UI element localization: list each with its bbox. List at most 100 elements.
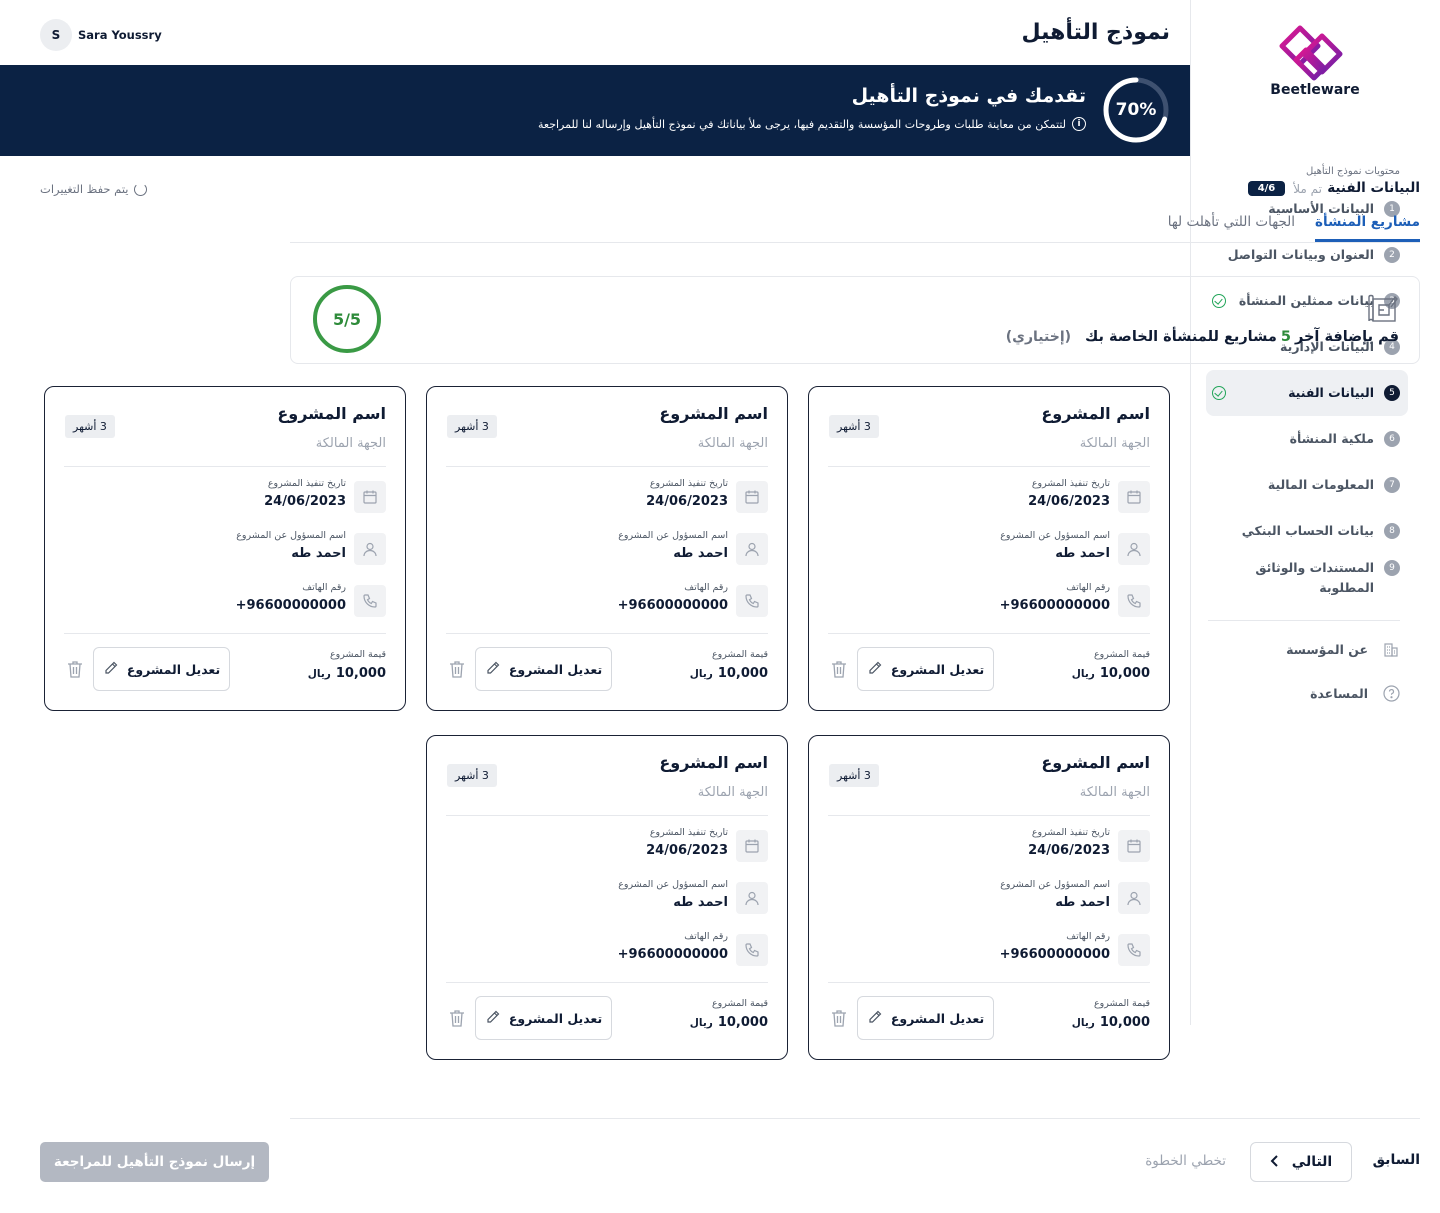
user-icon [736, 533, 768, 565]
tab-qualified-entities[interactable]: الجهات اللتي تأهلت لها [1168, 214, 1295, 242]
next-button[interactable]: التالي [1250, 1142, 1352, 1182]
page-title: نموذج التأهيل [1021, 20, 1170, 45]
date-label: تاريخ تنفيذ المشروع [1031, 827, 1110, 838]
manager-label: اسم المسؤول عن المشروع [1000, 879, 1110, 890]
sidebar-item-label: البيانات الفنية [1288, 385, 1374, 400]
edit-project-button[interactable]: تعديل المشروع [475, 647, 612, 691]
edit-label: تعديل المشروع [508, 1010, 603, 1026]
add-prefix: قم بإضافة آخر [1294, 329, 1399, 345]
phone-value: +96600000000 [617, 947, 728, 962]
question-icon [1382, 684, 1400, 702]
price-label: قيمة المشروع [1093, 998, 1150, 1009]
phone-row: رقم الهاتف +96600000000 [64, 582, 386, 625]
step-number: 2 [1384, 247, 1400, 263]
phone-row: رقم الهاتف +96600000000 [828, 582, 1150, 625]
manager-label: اسم المسؤول عن المشروع [236, 530, 346, 541]
user-menu[interactable]: S Sara Youssry [40, 19, 162, 51]
manager-row: اسم المسؤول عن المشروع احمد طه [828, 530, 1150, 573]
price-value: 10,000 [335, 666, 386, 681]
phone-icon [1118, 934, 1150, 966]
spinner-icon [133, 182, 147, 196]
duration-badge: 3 أشهر [65, 415, 115, 438]
calendar-icon [736, 481, 768, 513]
project-card: اسم المشروع الجهة المالكة 3 أشهر تاريخ ت… [426, 386, 788, 711]
add-projects-panel: قم بإضافة آخر 5 مشاريع للمنشأة الخاصة بك… [290, 276, 1420, 364]
date-value: 24/06/2023 [646, 843, 728, 858]
card-divider [64, 633, 386, 634]
trash-icon[interactable] [829, 659, 849, 679]
tab-facility-projects[interactable]: مشاريع المنشأة [1315, 214, 1420, 242]
currency-label: ريال [689, 1017, 713, 1029]
date-value: 24/06/2023 [1028, 843, 1110, 858]
banner-subtitle-row: i لتتمكن من معاينة طلبات وطروحات المؤسسة… [538, 117, 1086, 131]
edit-label: تعديل المشروع [890, 1010, 985, 1026]
sidebar-item-bank-account[interactable]: 8 بيانات الحساب البنكي [1206, 508, 1408, 554]
step-number: 5 [1384, 385, 1400, 401]
phone-icon [736, 934, 768, 966]
previous-button[interactable]: السابق [1373, 1152, 1420, 1168]
add-suffix: مشاريع للمنشأة الخاصة بك [1085, 329, 1277, 345]
sidebar: Beetleware محتويات نموذج التأهيل 1 البيا… [1190, 0, 1440, 1025]
trash-icon[interactable] [447, 1008, 467, 1028]
date-row: تاريخ تنفيذ المشروع 24/06/2023 [64, 478, 386, 521]
price-label: قيمة المشروع [711, 649, 768, 660]
project-owner: الجهة المالكة [1079, 436, 1150, 451]
price-label: قيمة المشروع [329, 649, 386, 660]
phone-value: +96600000000 [999, 598, 1110, 613]
building-icon [1382, 640, 1400, 658]
card-divider [446, 633, 768, 634]
price-row: 10,000 ريال [1072, 1015, 1150, 1030]
step-number: 7 [1384, 477, 1400, 493]
edit-project-button[interactable]: تعديل المشروع [857, 647, 994, 691]
sidebar-item-documents[interactable]: 9 المستندات والوثائق المطلوبة [1206, 554, 1408, 606]
currency-label: ريال [689, 668, 713, 680]
sidebar-item-help[interactable]: المساعدة [1208, 684, 1400, 702]
edit-project-button[interactable]: تعديل المشروع [857, 996, 994, 1040]
edit-project-button[interactable]: تعديل المشروع [475, 996, 612, 1040]
phone-label: رقم الهاتف [684, 582, 728, 593]
duration-badge: 3 أشهر [829, 415, 879, 438]
user-icon [354, 533, 386, 565]
trash-icon[interactable] [447, 659, 467, 679]
phone-icon [354, 585, 386, 617]
sidebar-item-financial[interactable]: 7 المعلومات المالية [1206, 462, 1408, 508]
card-divider [64, 466, 386, 467]
manager-label: اسم المسؤول عن المشروع [618, 879, 728, 890]
avatar[interactable]: S [40, 19, 72, 51]
banner-title: تقدمك في نموذج التأهيل [851, 85, 1086, 107]
sidebar-heading: محتويات نموذج التأهيل [1306, 166, 1400, 177]
filled-count-badge: 4/6 [1247, 181, 1286, 196]
check-circle-icon [1212, 386, 1226, 400]
price-value: 10,000 [1099, 666, 1150, 681]
currency-label: ريال [1071, 668, 1095, 680]
manager-label: اسم المسؤول عن المشروع [618, 530, 728, 541]
sidebar-item-about[interactable]: عن المؤسسة [1208, 640, 1400, 658]
phone-row: رقم الهاتف +96600000000 [828, 931, 1150, 974]
pencil-icon [103, 660, 119, 679]
help-label: المساعدة [1310, 685, 1368, 701]
trash-icon[interactable] [65, 659, 85, 679]
optional-label: (إختياري) [1005, 329, 1072, 345]
price-label: قيمة المشروع [1093, 649, 1150, 660]
submit-form-button[interactable]: إرسال نموذج التأهيل للمراجعة [40, 1142, 269, 1182]
date-label: تاريخ تنفيذ المشروع [1031, 478, 1110, 489]
edit-label: تعديل المشروع [890, 661, 985, 677]
price-row: 10,000 ريال [308, 666, 386, 681]
phone-value: +96600000000 [617, 598, 728, 613]
trash-icon[interactable] [829, 1008, 849, 1028]
price-value: 10,000 [717, 1015, 768, 1030]
project-owner: الجهة المالكة [697, 785, 768, 800]
sidebar-item-ownership[interactable]: 6 ملكية المنشأة [1206, 416, 1408, 462]
project-card: اسم المشروع الجهة المالكة 3 أشهر تاريخ ت… [808, 386, 1170, 711]
sidebar-item-technical[interactable]: 5 البيانات الفنية [1206, 370, 1408, 416]
manager-label: اسم المسؤول عن المشروع [1000, 530, 1110, 541]
project-card: اسم المشروع الجهة المالكة 3 أشهر تاريخ ت… [426, 735, 788, 1060]
progress-percent: 70% [1115, 100, 1157, 120]
sidebar-divider [1208, 620, 1400, 621]
step-number: 6 [1384, 431, 1400, 447]
project-title: اسم المشروع [277, 404, 386, 423]
edit-project-button[interactable]: تعديل المشروع [93, 647, 230, 691]
saving-status: يتم حفظ التغييرات [40, 182, 147, 196]
add-projects-text: قم بإضافة آخر 5 مشاريع للمنشأة الخاصة بك… [1006, 329, 1399, 345]
skip-step-button[interactable]: تخطي الخطوة [1145, 1153, 1226, 1169]
